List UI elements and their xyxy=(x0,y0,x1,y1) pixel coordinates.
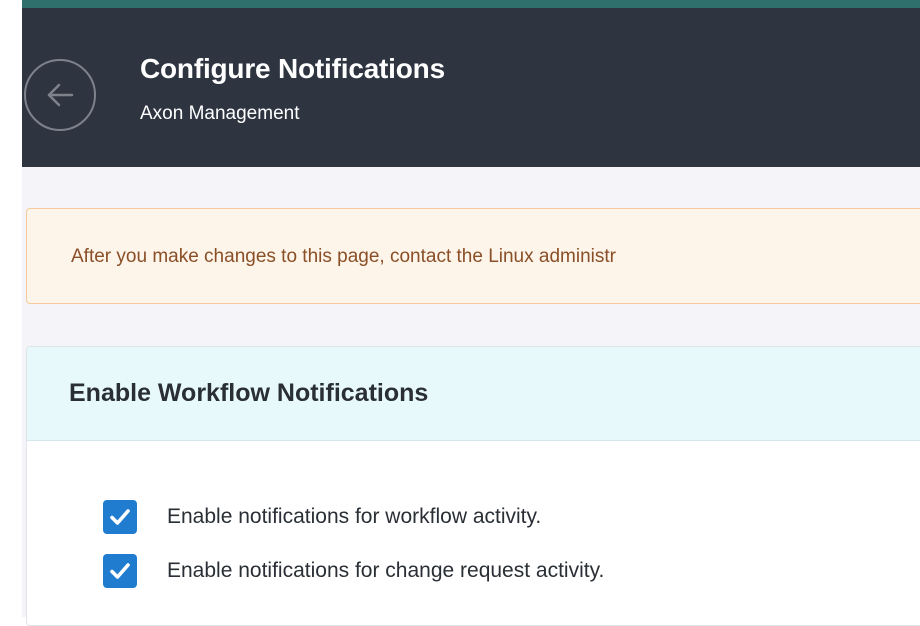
panel-title: Enable Workflow Notifications xyxy=(69,379,429,407)
page-title: Configure Notifications xyxy=(140,53,445,84)
change-request-activity-label: Enable notifications for change request … xyxy=(167,559,605,582)
back-button[interactable] xyxy=(24,59,96,131)
page-header: Configure Notifications Axon Management xyxy=(22,8,920,167)
checkmark-icon xyxy=(110,563,130,579)
alert-text: After you make changes to this page, con… xyxy=(71,246,616,267)
option-workflow-activity[interactable]: Enable notifications for workflow activi… xyxy=(103,499,541,535)
arrow-left-icon xyxy=(47,83,74,107)
top-accent-bar xyxy=(0,0,920,8)
option-change-request-activity[interactable]: Enable notifications for change request … xyxy=(103,553,604,589)
workflow-activity-checkbox[interactable] xyxy=(103,500,137,534)
warning-alert: After you make changes to this page, con… xyxy=(26,208,920,304)
page-subtitle: Axon Management xyxy=(140,103,300,124)
change-request-activity-checkbox[interactable] xyxy=(103,554,137,588)
content-area: After you make changes to this page, con… xyxy=(22,167,920,626)
workflow-activity-label: Enable notifications for workflow activi… xyxy=(167,505,542,528)
workflow-notifications-panel: Enable Workflow Notifications Enable not… xyxy=(26,346,920,626)
panel-header: Enable Workflow Notifications xyxy=(27,347,920,441)
checkmark-icon xyxy=(110,509,130,525)
